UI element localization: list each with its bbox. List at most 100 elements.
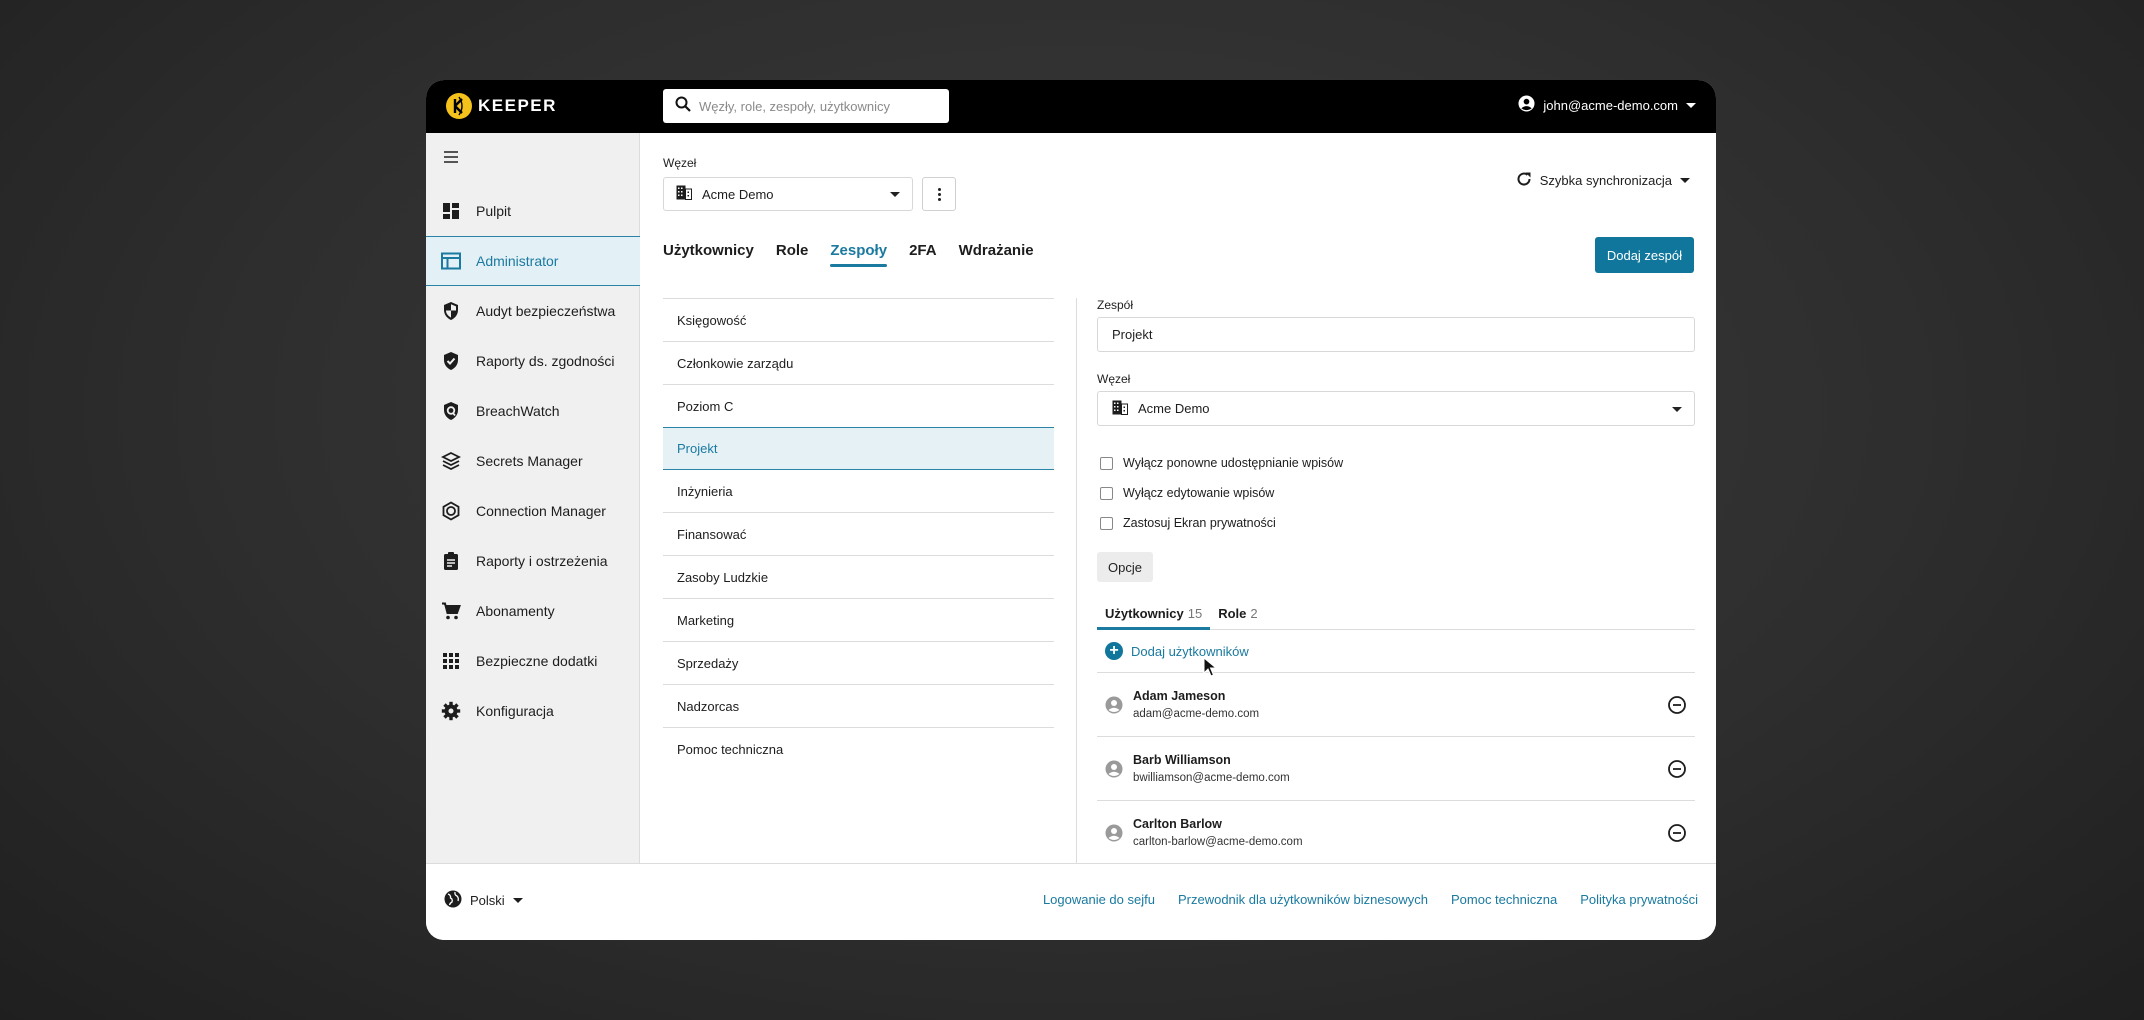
subtab-roles[interactable]: Role 2 (1210, 606, 1265, 629)
list-item-selected[interactable]: Projekt (663, 427, 1054, 470)
tab-role[interactable]: Role (776, 242, 809, 267)
sidebar-item-administrator[interactable]: Administrator (426, 236, 640, 286)
sidebar-item-pulpit[interactable]: Pulpit (426, 186, 640, 236)
list-item[interactable]: Poziom C (663, 385, 1054, 428)
footer-link-business-guide[interactable]: Przewodnik dla użytkowników biznesowych (1178, 892, 1428, 907)
keeper-logo-icon (446, 93, 472, 119)
checkbox[interactable] (1100, 516, 1113, 530)
checkbox[interactable] (1100, 486, 1113, 500)
team-list: Księgowość Członkowie zarządu Poziom C P… (663, 298, 1054, 771)
hexagon-icon (440, 500, 462, 522)
sidebar-nav: Pulpit Administrator Audyt bezpieczeństw… (426, 186, 640, 736)
quick-sync-menu[interactable]: Szybka synchronizacja (1516, 171, 1690, 190)
list-item[interactable]: Nadzorcas (663, 685, 1054, 728)
list-item[interactable]: Inżynieria (663, 470, 1054, 513)
footer-link-support[interactable]: Pomoc techniczna (1451, 892, 1557, 907)
checkbox-label: Wyłącz ponowne udostępnianie wpisów (1123, 456, 1344, 470)
sidebar-item-label: Audyt bezpieczeństwa (476, 303, 616, 319)
node-label: Węzeł (663, 156, 697, 170)
sidebar-item-label: Konfiguracja (476, 703, 554, 719)
list-item[interactable]: Marketing (663, 599, 1054, 642)
options-button[interactable]: Opcje (1097, 552, 1153, 582)
gear-icon (440, 700, 462, 722)
tab-zespoly[interactable]: Zespoły (830, 242, 887, 267)
sidebar: Pulpit Administrator Audyt bezpieczeństw… (426, 133, 640, 863)
footer-link-vault-login[interactable]: Logowanie do sejfu (1043, 892, 1155, 907)
chevron-down-icon (890, 192, 900, 197)
sidebar-item-raporty-ostrzezenia[interactable]: Raporty i ostrzeżenia (426, 536, 640, 586)
chevron-down-icon (1672, 407, 1682, 412)
sidebar-item-connection-manager[interactable]: Connection Manager (426, 486, 640, 536)
brand-name: KEEPER (478, 96, 557, 115)
table-row[interactable]: Carlton Barlow carlton-barlow@acme-demo.… (1097, 801, 1695, 865)
search-input[interactable] (699, 98, 939, 114)
building-icon (1112, 400, 1128, 418)
language-select[interactable]: Polski (444, 890, 523, 911)
chevron-down-icon (1686, 102, 1696, 108)
shield-check-icon (440, 350, 462, 372)
team-restrictions: Wyłącz ponowne udostępnianie wpisów Wyłą… (1097, 448, 1695, 538)
cart-icon (440, 600, 462, 622)
remove-circle-icon[interactable] (1667, 759, 1687, 779)
list-item[interactable]: Członkowie zarządu (663, 342, 1054, 385)
team-node-value: Acme Demo (1138, 401, 1210, 416)
more-vertical-icon (937, 187, 941, 191)
sidebar-item-secrets-manager[interactable]: Secrets Manager (426, 436, 640, 486)
add-users-button[interactable]: + Dodaj użytkowników (1097, 630, 1695, 673)
user-avatar-icon (1105, 696, 1123, 713)
shield-half-icon (440, 300, 462, 322)
node-more-button[interactable] (922, 177, 956, 211)
sidebar-item-raporty-zgodnosci[interactable]: Raporty ds. zgodności (426, 336, 640, 386)
list-item[interactable]: Sprzedaży (663, 642, 1054, 685)
node-select[interactable]: Acme Demo (663, 177, 913, 211)
subtab-users[interactable]: Użytkownicy 15 (1097, 606, 1211, 630)
tab-2fa[interactable]: 2FA (909, 242, 937, 267)
list-item[interactable]: Pomoc techniczna (663, 728, 1054, 771)
tab-uzytkownicy[interactable]: Użytkownicy (663, 242, 754, 267)
footer-link-privacy-policy[interactable]: Polityka prywatności (1580, 892, 1698, 907)
checkbox-privacy-screen[interactable]: Zastosuj Ekran prywatności (1097, 508, 1695, 538)
checkbox-label: Wyłącz edytowanie wpisów (1123, 486, 1275, 500)
add-team-button[interactable]: Dodaj zespół (1594, 237, 1694, 273)
sidebar-item-audyt-bezpieczenstwa[interactable]: Audyt bezpieczeństwa (426, 286, 640, 336)
sidebar-item-label: Raporty i ostrzeżenia (476, 553, 608, 569)
remove-circle-icon[interactable] (1667, 823, 1687, 843)
team-name-input[interactable] (1097, 317, 1695, 352)
sidebar-item-bezpieczne-dodatki[interactable]: Bezpieczne dodatki (426, 636, 640, 686)
plus-circle-icon: + (1105, 642, 1123, 660)
sidebar-item-breachwatch[interactable]: BreachWatch (426, 386, 640, 436)
user-email: bwilliamson@acme-demo.com (1133, 772, 1290, 784)
table-row[interactable]: Adam Jameson adam@acme-demo.com (1097, 673, 1695, 737)
team-member-tabs: Użytkownicy 15 Role 2 (1097, 606, 1695, 630)
breachwatch-icon (440, 400, 462, 422)
admin-tabs: Użytkownicy Role Zespoły 2FA Wdrażanie (663, 242, 1056, 267)
app-window: KEEPER john@acme-demo.com Pulpit A (426, 80, 1716, 940)
checkbox-label: Zastosuj Ekran prywatności (1123, 516, 1276, 530)
list-item[interactable]: Księgowość (663, 299, 1054, 342)
chevron-down-icon (512, 898, 523, 903)
checkbox-disable-edit[interactable]: Wyłącz edytowanie wpisów (1097, 478, 1695, 508)
sidebar-item-konfiguracja[interactable]: Konfiguracja (426, 686, 640, 736)
team-detail-panel: Zespół Węzeł Acme Demo Wyłącz ponowne ud… (1097, 298, 1695, 865)
sidebar-item-abonamenty[interactable]: Abonamenty (426, 586, 640, 636)
globe-icon (444, 890, 462, 911)
user-avatar-icon (1105, 760, 1123, 777)
team-node-select[interactable]: Acme Demo (1097, 391, 1695, 426)
clipboard-icon (440, 550, 462, 572)
keeper-logo[interactable]: KEEPER (446, 93, 557, 119)
checkbox[interactable] (1100, 456, 1113, 470)
user-name: Barb Williamson (1133, 753, 1231, 767)
user-name: Adam Jameson (1133, 689, 1226, 703)
remove-circle-icon[interactable] (1667, 695, 1687, 715)
user-menu[interactable]: john@acme-demo.com (1518, 95, 1696, 115)
checkbox-disable-reshare[interactable]: Wyłącz ponowne udostępnianie wpisów (1097, 448, 1695, 478)
language-label: Polski (470, 893, 505, 908)
table-row[interactable]: Barb Williamson bwilliamson@acme-demo.co… (1097, 737, 1695, 801)
list-item[interactable]: Zasoby Ludzkie (663, 556, 1054, 599)
layers-icon (440, 450, 462, 472)
global-search[interactable] (663, 89, 949, 123)
menu-toggle-icon[interactable] (444, 151, 458, 166)
list-item[interactable]: Finansować (663, 513, 1054, 556)
user-email: adam@acme-demo.com (1133, 708, 1260, 720)
tab-wdrazanie[interactable]: Wdrażanie (959, 242, 1034, 267)
